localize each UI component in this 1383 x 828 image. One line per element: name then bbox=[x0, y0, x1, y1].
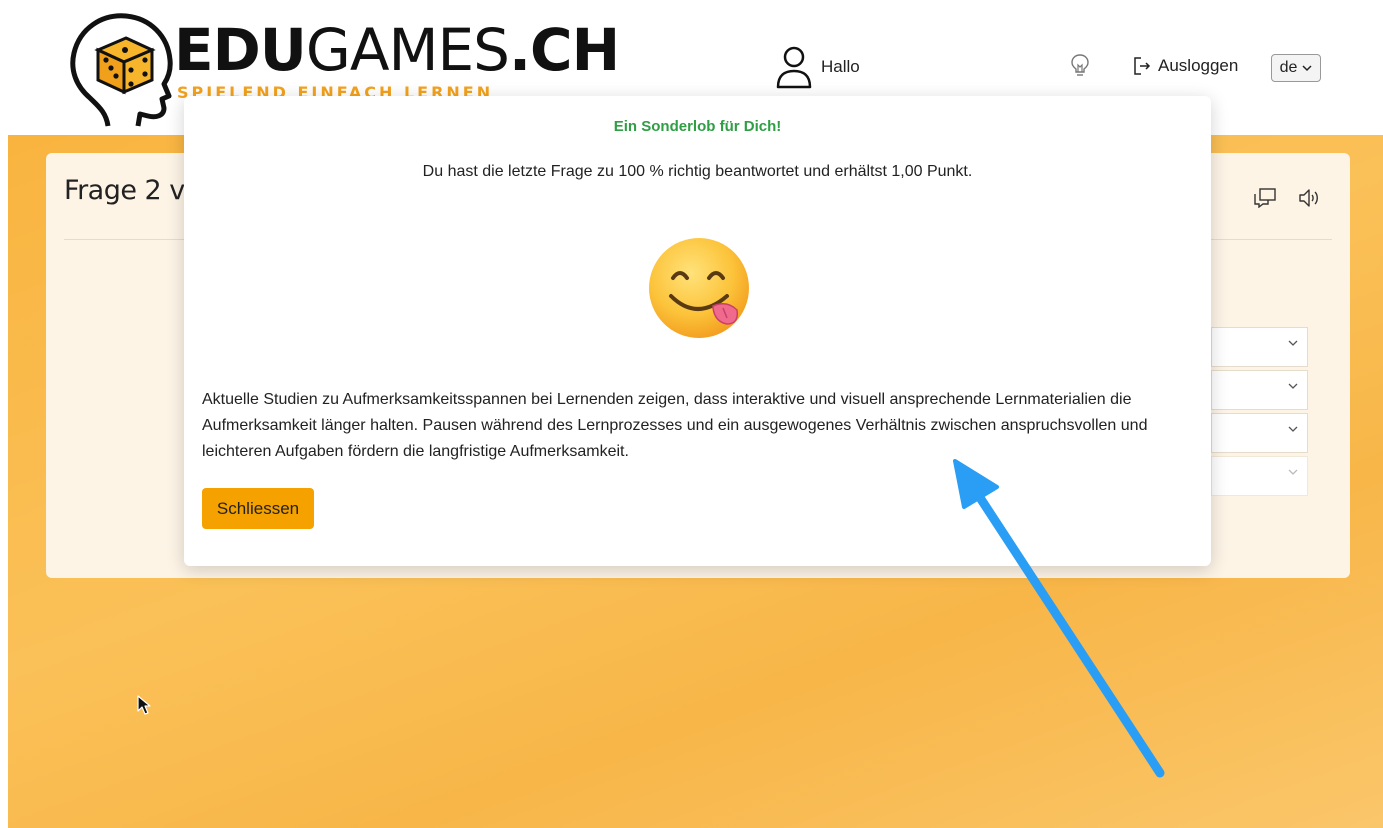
logout-icon bbox=[1134, 57, 1151, 75]
praise-modal: Ein Sonderlob für Dich! Du hast die letz… bbox=[184, 96, 1211, 566]
language-select[interactable]: de bbox=[1271, 54, 1321, 82]
answer-select-4[interactable] bbox=[1211, 456, 1308, 496]
chat-icon[interactable] bbox=[1254, 188, 1276, 208]
user-outline-icon bbox=[776, 46, 812, 89]
mouse-cursor-icon bbox=[137, 695, 151, 715]
yummy-face-emoji-icon bbox=[649, 238, 749, 338]
question-counter: Frage 2 vo bbox=[64, 175, 201, 206]
close-button[interactable]: Schliessen bbox=[202, 488, 314, 529]
hint-button[interactable] bbox=[1070, 53, 1090, 84]
chevron-down-icon bbox=[1288, 469, 1298, 475]
answer-select-3[interactable] bbox=[1211, 413, 1308, 453]
background-edge bbox=[0, 135, 8, 828]
logo-wordmark: EDUGAMES.CH bbox=[174, 20, 620, 80]
logo-brand-light: GAMES bbox=[305, 16, 510, 84]
head-dice-logo-icon bbox=[70, 13, 173, 127]
lightbulb-icon bbox=[1071, 54, 1089, 76]
language-value: de bbox=[1279, 59, 1298, 76]
logout-button[interactable]: Ausloggen bbox=[1132, 56, 1238, 76]
logo-brand-tld: .CH bbox=[509, 16, 620, 84]
card-toolbar bbox=[1254, 188, 1320, 208]
modal-message: Du hast die letzte Frage zu 100 % richti… bbox=[422, 163, 973, 180]
chevron-down-icon bbox=[1288, 426, 1298, 432]
chevron-down-icon bbox=[1288, 340, 1298, 346]
answer-select-2[interactable] bbox=[1211, 370, 1308, 410]
user-menu[interactable]: Hallo bbox=[775, 45, 860, 89]
user-greeting: Hallo bbox=[821, 57, 860, 76]
chevron-down-icon bbox=[1302, 64, 1312, 71]
answer-select-1[interactable] bbox=[1211, 327, 1308, 367]
modal-title: Ein Sonderlob für Dich! bbox=[613, 118, 782, 135]
logout-label: Ausloggen bbox=[1158, 56, 1239, 75]
chevron-down-icon bbox=[1288, 383, 1298, 389]
logo-brand-bold: EDU bbox=[174, 16, 307, 84]
modal-body-text: Aktuelle Studien zu Aufmerksamkeitsspann… bbox=[202, 391, 1148, 460]
speaker-icon[interactable] bbox=[1298, 188, 1320, 208]
